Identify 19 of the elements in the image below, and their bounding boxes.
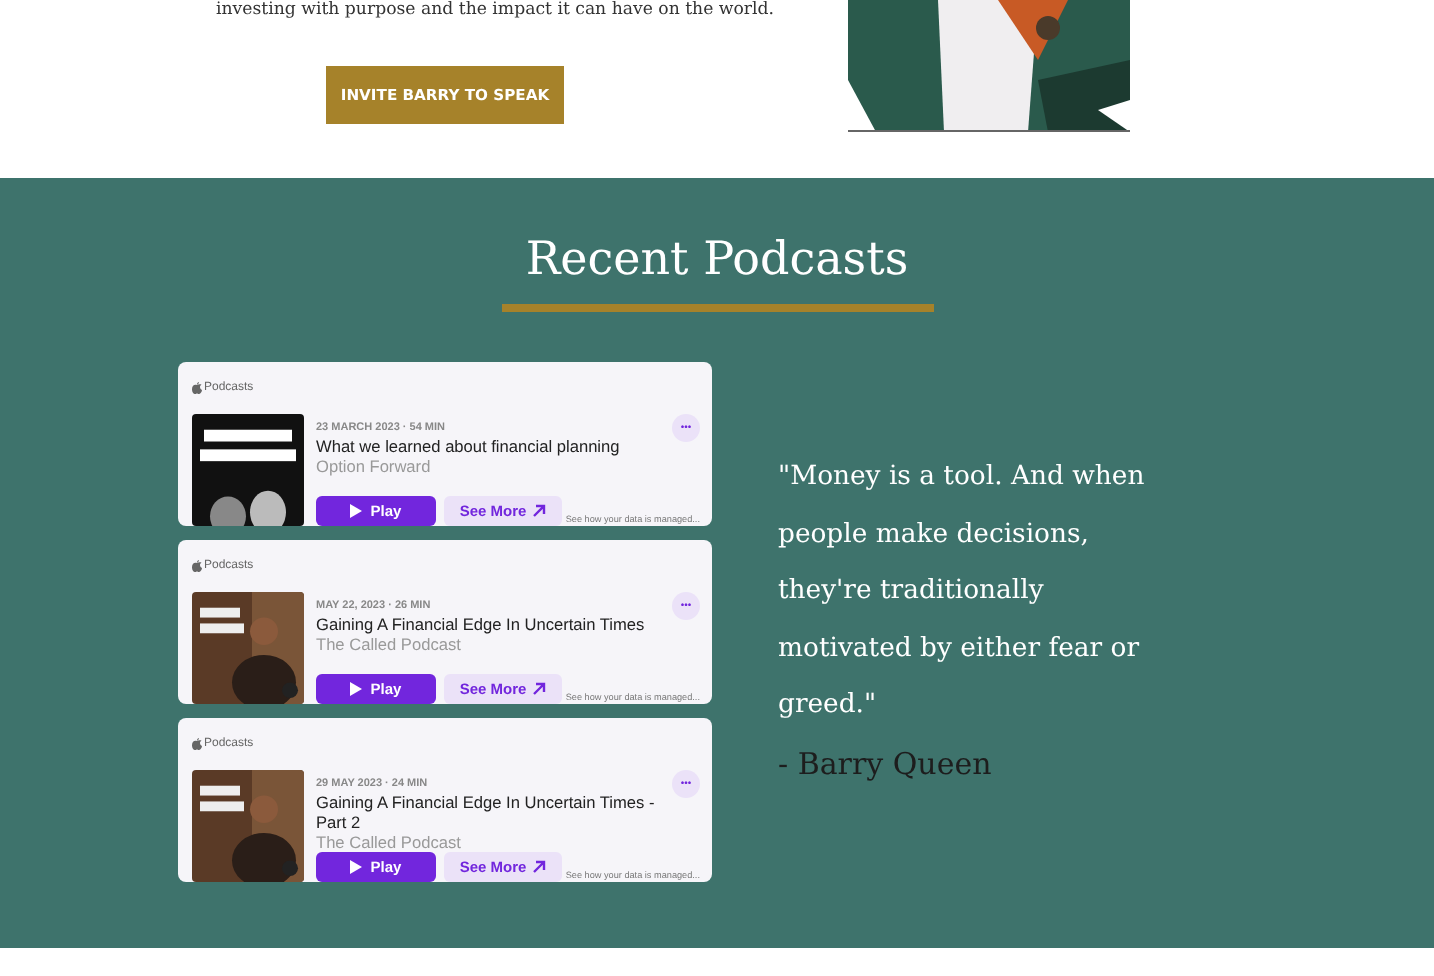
show-name: The Called Podcast [316,832,463,852]
episode-title: Gaining A Financial Edge In Uncertain Times - Part 2 [316,792,657,832]
apple-icon [192,382,202,394]
episode-title: What we learned about financial planning [316,436,622,456]
apple-icon [192,560,202,572]
play-icon [350,860,363,874]
show-name: Option Forward [316,456,433,476]
arrow-icon [532,682,547,696]
intro-text: investing with purpose and the impact it can have on the world. [216,0,775,22]
play-icon [350,504,363,518]
arrow-icon [532,504,547,518]
play-icon [350,682,363,696]
quote-author: - Barry Queen [778,743,994,785]
apple-icon [192,738,202,750]
show-name: The Called Podcast [316,634,463,654]
quote-text: "Money is a tool. And when people make decisions, they're traditionally motivated by either fear or greed." [778,460,1147,724]
episode-title: Gaining A Financial Edge In Uncertain Times [316,614,647,634]
arrow-icon [532,860,547,874]
section-heading: Recent Podcasts [525,234,909,286]
